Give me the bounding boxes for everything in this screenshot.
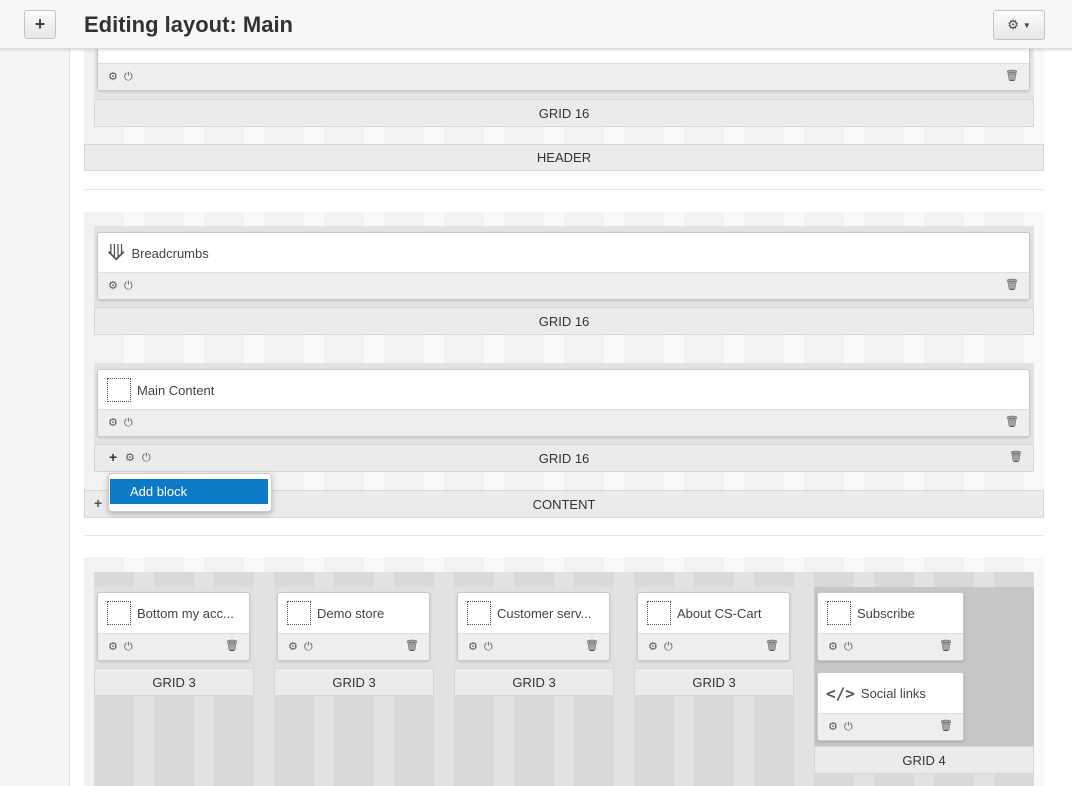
trash-icon[interactable]: 🗑 <box>765 641 779 652</box>
gear-icon[interactable]: ⚙ <box>648 642 658 653</box>
grid-label: + ⚙ ⏻ GRID 16 🗑 <box>94 444 1034 472</box>
block-toolbar: ⚙ ⏻ 🗑 <box>638 633 789 660</box>
grid-label: GRID 4 <box>814 746 1034 774</box>
block-demo-store[interactable]: Demo store ⚙ ⏻ 🗑 <box>277 592 430 661</box>
grid-label: GRID 3 <box>634 668 794 696</box>
section-divider <box>84 535 1044 536</box>
power-icon[interactable]: ⏻ <box>844 722 853 733</box>
header-container: ⚙ ⏻ 🗑 GRID 16 HEADER <box>84 38 1044 171</box>
trash-icon[interactable]: 🗑 <box>405 641 419 652</box>
gear-icon[interactable]: ⚙ <box>125 453 135 464</box>
trash-icon[interactable]: 🗑 <box>939 641 953 652</box>
dotted-box-icon <box>467 601 491 625</box>
dotted-box-icon <box>287 601 311 625</box>
block-toolbar: ⚙ ⏻ 🗑 <box>98 633 249 660</box>
power-icon[interactable]: ⏻ <box>484 642 493 653</box>
top-toolbar: + Editing layout: Main ⚙ ▼ <box>0 0 1072 49</box>
gear-icon[interactable]: ⚙ <box>108 281 118 292</box>
block-toolbar: ⚙ ⏻ 🗑 <box>458 633 609 660</box>
gear-icon: ⚙ <box>1007 17 1019 32</box>
block-about-cs-cart[interactable]: About CS-Cart ⚙ ⏻ 🗑 <box>637 592 790 661</box>
block-toolbar: ⚙ ⏻ 🗑 <box>98 409 1029 436</box>
block-toolbar: ⚙ ⏻ 🗑 <box>278 633 429 660</box>
plus-icon: + <box>34 14 46 34</box>
trash-icon[interactable]: 🗑 <box>939 721 953 732</box>
block-title: Customer serv... <box>497 605 592 621</box>
block-title: Main Content <box>137 382 215 398</box>
block-toolbar: ⚙ ⏻ 🗑 <box>98 63 1029 90</box>
signpost-icon: ⟱ <box>107 240 126 265</box>
block-title: Subscribe <box>857 605 915 621</box>
trash-icon[interactable]: 🗑 <box>225 641 239 652</box>
gear-icon[interactable]: ⚙ <box>108 72 118 83</box>
block-social-links[interactable]: </> Social links ⚙ ⏻ 🗑 <box>817 672 964 741</box>
block-main-content[interactable]: Main Content ⚙ ⏻ 🗑 <box>97 369 1030 437</box>
block-breadcrumbs[interactable]: ⟱ Breadcrumbs ⚙ ⏻ 🗑 <box>97 232 1030 300</box>
container-label: HEADER <box>84 144 1044 171</box>
block-bottom-my-account[interactable]: Bottom my acc... ⚙ ⏻ 🗑 <box>97 592 250 661</box>
gear-icon[interactable]: ⚙ <box>288 642 298 653</box>
power-icon[interactable]: ⏻ <box>664 642 673 653</box>
power-icon[interactable]: ⏻ <box>304 642 313 653</box>
trash-icon[interactable]: 🗑 <box>1005 417 1019 428</box>
gear-icon[interactable]: ⚙ <box>468 642 478 653</box>
trash-icon[interactable]: 🗑 <box>585 641 599 652</box>
plus-icon[interactable]: + <box>94 496 102 510</box>
power-icon[interactable]: ⏻ <box>142 453 151 464</box>
block-title: About CS-Cart <box>677 605 762 621</box>
block-toolbar: ⚙ ⏻ 🗑 <box>98 272 1029 299</box>
grid-label: GRID 16 <box>94 99 1034 127</box>
grid-label: GRID 3 <box>454 668 614 696</box>
block-title: Social links <box>860 685 926 701</box>
footer-container: Bottom my acc... ⚙ ⏻ 🗑 GRID 3 Demo store… <box>84 557 1044 786</box>
plus-icon[interactable]: + <box>109 450 117 464</box>
power-icon[interactable]: ⏻ <box>124 418 133 429</box>
block-title: Bottom my acc... <box>137 605 234 621</box>
gear-icon[interactable]: ⚙ <box>828 642 838 653</box>
code-icon: </> <box>826 683 855 703</box>
section-divider <box>84 189 1044 190</box>
menu-item-add-block[interactable]: Add block <box>110 479 268 504</box>
grid-label: GRID 3 <box>274 668 434 696</box>
power-icon[interactable]: ⏻ <box>124 642 133 653</box>
block-title: Breadcrumbs <box>131 245 209 261</box>
grid-label: GRID 16 <box>94 307 1034 335</box>
add-button[interactable]: + <box>24 10 56 39</box>
page-title: Editing layout: Main <box>84 12 293 37</box>
dotted-box-icon <box>107 601 131 625</box>
grid-label: GRID 3 <box>94 668 254 696</box>
block-toolbar: ⚙ ⏻ 🗑 <box>818 633 963 660</box>
gear-icon[interactable]: ⚙ <box>108 418 118 429</box>
block-subscribe[interactable]: Subscribe ⚙ ⏻ 🗑 <box>817 592 964 661</box>
power-icon[interactable]: ⏻ <box>124 72 133 83</box>
power-icon[interactable]: ⏻ <box>844 642 853 653</box>
add-menu: Add block <box>108 473 272 512</box>
block-customer-service[interactable]: Customer serv... ⚙ ⏻ 🗑 <box>457 592 610 661</box>
left-sidebar <box>0 0 70 786</box>
trash-icon[interactable]: 🗑 <box>1005 71 1019 82</box>
trash-icon[interactable]: 🗑 <box>1009 452 1023 463</box>
block-title: Demo store <box>317 605 385 621</box>
gear-icon[interactable]: ⚙ <box>828 722 838 733</box>
dotted-box-icon <box>647 601 671 625</box>
dotted-box-icon <box>827 601 851 625</box>
caret-down-icon: ▼ <box>1022 20 1031 30</box>
settings-dropdown-button[interactable]: ⚙ ▼ <box>993 10 1045 40</box>
power-icon[interactable]: ⏻ <box>124 281 133 292</box>
block-toolbar: ⚙ ⏻ 🗑 <box>818 713 963 740</box>
gear-icon[interactable]: ⚙ <box>108 642 118 653</box>
dotted-box-icon <box>107 378 131 402</box>
trash-icon[interactable]: 🗑 <box>1005 280 1019 291</box>
